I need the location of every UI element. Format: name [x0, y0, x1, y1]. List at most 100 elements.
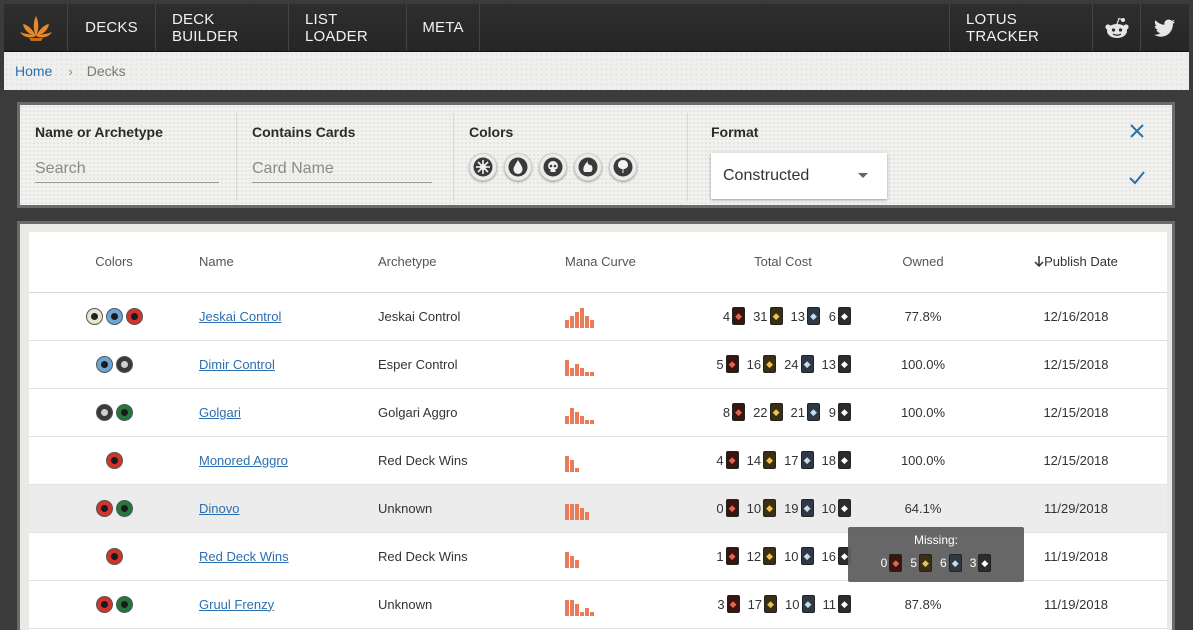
black-mana-icon — [115, 355, 133, 373]
mana-symbol — [100, 360, 108, 368]
header-publish-date[interactable]: Publish Date — [985, 232, 1167, 293]
mana-curve-bar — [575, 364, 579, 376]
row-archetype-cell: Red Deck Wins — [378, 436, 565, 485]
wildcard-count: 6 — [828, 308, 836, 324]
header-archetype[interactable]: Archetype — [378, 232, 565, 293]
common-wildcard-icon: ◆ — [838, 451, 851, 469]
color-white-button[interactable] — [469, 153, 497, 181]
mana-curve-bar — [580, 612, 584, 616]
mana-curve-bar — [575, 312, 579, 328]
format-select[interactable]: Constructed — [711, 153, 887, 199]
black-mana-icon — [543, 157, 563, 177]
deck-name-link[interactable]: Dinovo — [199, 501, 239, 516]
deck-name-link[interactable]: Jeskai Control — [199, 309, 281, 324]
deck-name-link[interactable]: Dimir Control — [199, 357, 275, 372]
wildcard-count: 0 — [716, 500, 724, 516]
mana-symbol — [130, 312, 138, 320]
row-mana-curve-cell — [565, 340, 705, 389]
row-archetype-cell: Unknown — [378, 484, 565, 533]
row-publish-date-cell: 12/15/2018 — [985, 340, 1167, 389]
wildcard-count: 14 — [746, 452, 762, 468]
header-mana-curve[interactable]: Mana Curve — [565, 232, 705, 293]
table-row[interactable]: Dimir Control Esper Control 5 ◆ 16 ◆ 24 ◆ 13 ◆ 100… — [29, 340, 1167, 389]
mana-curve-bar — [565, 504, 569, 520]
mana-symbol — [100, 504, 108, 512]
common-wildcard-icon: ◆ — [838, 307, 851, 325]
apply-filters-button[interactable] — [1126, 166, 1148, 188]
mana-curve-bar — [570, 460, 574, 472]
color-black-button[interactable] — [539, 153, 567, 181]
cards-filter-label: Contains Cards — [252, 124, 356, 140]
row-total-cost-cell: 0 ◆ 10 ◆ 19 ◆ 10 ◆ — [705, 484, 861, 533]
rare-wildcard-icon: ◆ — [763, 547, 777, 565]
deck-name-link[interactable]: Monored Aggro — [199, 453, 288, 468]
table-row[interactable]: Gruul Frenzy Unknown 3 ◆ 17 ◆ 10 ◆ 11 ◆ 87.8% 11/19… — [29, 580, 1167, 629]
wildcard-count: 10 — [784, 548, 799, 564]
row-owned-cell: 87.8% — [861, 580, 985, 629]
header-name[interactable]: Name — [199, 232, 378, 293]
mana-curve-bar — [590, 612, 594, 616]
row-colors-cell — [29, 340, 199, 389]
row-owned-cell: 77.8% — [861, 292, 985, 341]
uncommon-wildcard-icon: ◆ — [948, 554, 962, 572]
color-red-button[interactable] — [574, 153, 602, 181]
row-colors-cell — [29, 292, 199, 341]
deck-name-link[interactable]: Red Deck Wins — [199, 549, 289, 564]
mana-symbol — [110, 552, 118, 560]
mana-curve-bar — [585, 372, 589, 376]
nav-lotus-tracker[interactable]: LOTUS TRACKER — [949, 4, 1093, 51]
deck-name-link[interactable]: Gruul Frenzy — [199, 597, 274, 612]
card-name-input[interactable] — [252, 155, 432, 183]
color-green-button[interactable] — [609, 153, 637, 181]
white-mana-icon — [473, 157, 493, 177]
search-input[interactable] — [35, 155, 219, 183]
table-row[interactable]: Dinovo Unknown 0 ◆ 10 ◆ 19 ◆ 10 ◆ 64.1% 11/29/2018 — [29, 484, 1167, 533]
row-name-cell: Monored Aggro — [199, 436, 378, 485]
table-row[interactable]: Monored Aggro Red Deck Wins 4 ◆ 14 ◆ 17 ◆ 18 ◆ 100… — [29, 436, 1167, 485]
lotus-logo[interactable] — [4, 4, 68, 51]
row-name-cell: Dimir Control — [199, 340, 378, 389]
missing-count: 5 — [910, 556, 917, 570]
missing-wildcards-tooltip: Missing: 0 ◆ 5 ◆ 6 ◆ 3 ◆ — [848, 527, 1024, 582]
clear-filters-button[interactable] — [1126, 120, 1148, 142]
header-owned[interactable]: Owned — [861, 232, 985, 293]
mana-symbol — [120, 360, 128, 368]
mythic-wildcard-icon: ◆ — [725, 547, 739, 565]
mana-symbol — [120, 504, 128, 512]
mana-curve-bar — [575, 604, 579, 616]
uncommon-wildcard-icon: ◆ — [807, 307, 820, 325]
breadcrumb: Home › Decks — [4, 52, 1189, 90]
breadcrumb-home-link[interactable]: Home — [15, 63, 52, 79]
nav-decks[interactable]: DECKS — [68, 4, 156, 51]
close-icon — [1130, 124, 1144, 138]
wildcard-count: 4 — [722, 308, 731, 324]
green-mana-icon — [115, 403, 133, 421]
reddit-icon — [1104, 17, 1129, 38]
uncommon-wildcard-icon: ◆ — [800, 355, 814, 373]
deck-name-link[interactable]: Golgari — [199, 405, 241, 420]
row-owned-cell: 64.1% — [861, 484, 985, 533]
twitter-link[interactable] — [1141, 4, 1189, 51]
table-header-row: Colors Name Archetype Mana Curve Total C… — [29, 232, 1167, 293]
table-row[interactable]: Golgari Golgari Aggro 8 ◆ 22 ◆ 21 ◆ 9 ◆ 100.0% 12/1… — [29, 388, 1167, 437]
uncommon-wildcard-icon: ◆ — [807, 403, 820, 421]
mana-curve-bar — [565, 552, 569, 568]
green-mana-icon — [115, 595, 133, 613]
header-colors[interactable]: Colors — [29, 232, 199, 293]
mana-curve-bar — [565, 600, 569, 616]
mana-curve-bar — [580, 308, 584, 328]
row-total-cost-cell: 8 ◆ 22 ◆ 21 ◆ 9 ◆ — [705, 388, 861, 437]
header-total-cost[interactable]: Total Cost — [705, 232, 861, 293]
blue-mana-icon — [508, 157, 528, 177]
reddit-link[interactable] — [1093, 4, 1141, 51]
red-mana-icon — [95, 499, 113, 517]
row-colors-cell — [29, 580, 199, 629]
nav-meta[interactable]: META — [407, 4, 480, 51]
row-archetype-cell: Red Deck Wins — [378, 532, 565, 581]
nav-deck-builder[interactable]: DECK BUILDER — [156, 4, 289, 51]
format-select-value: Constructed — [723, 167, 810, 184]
color-blue-button[interactable] — [504, 153, 532, 181]
table-row[interactable]: Jeskai Control Jeskai Control 4 ◆ 31 ◆ 13 ◆ 6 ◆ 77… — [29, 292, 1167, 341]
mana-curve-bar — [570, 408, 574, 424]
nav-list-loader[interactable]: LIST LOADER — [289, 4, 407, 51]
